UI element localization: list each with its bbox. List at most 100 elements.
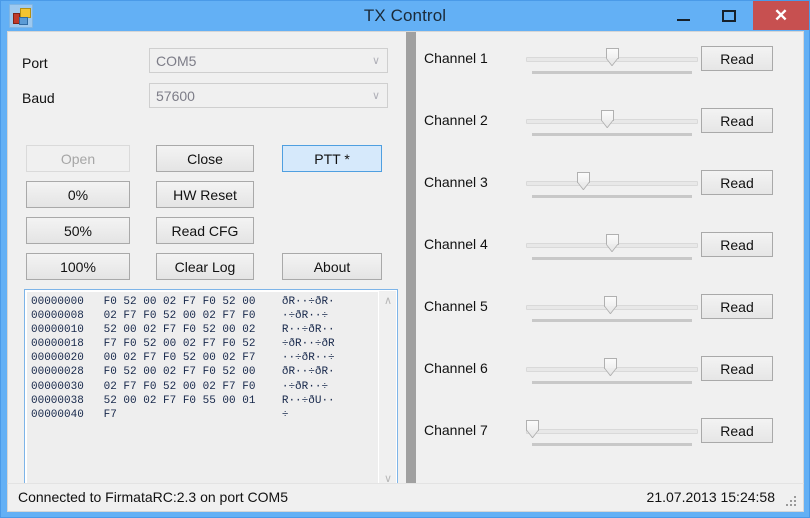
port-combobox-value: COM5 — [156, 52, 197, 69]
channel-label: Channel 2 — [424, 112, 488, 128]
slider-thumb-tip — [605, 244, 619, 252]
channel-slider[interactable] — [526, 164, 698, 208]
channel-label: Channel 7 — [424, 422, 488, 438]
close-port-button[interactable]: Close — [156, 145, 254, 172]
channel-slider[interactable] — [526, 412, 698, 456]
slider-thumb-body — [603, 296, 617, 307]
panel-splitter[interactable] — [406, 32, 416, 484]
channel-slider[interactable] — [526, 350, 698, 394]
slider-thumb[interactable] — [605, 48, 619, 66]
log-vertical-scrollbar[interactable]: ∧ ∨ — [378, 291, 396, 487]
port-label: Port — [22, 55, 48, 71]
channel-read-button[interactable]: Read — [701, 294, 773, 319]
hw-reset-button[interactable]: HW Reset — [156, 181, 254, 208]
channels-panel: Channel 1 Read Channel 2 Read Channel 3 Read C… — [416, 32, 805, 484]
ptt-button[interactable]: PTT * — [282, 145, 382, 172]
log-line: 00000028 F0 52 00 02 F7 F0 52 00 ðR··÷ðR… — [31, 366, 335, 379]
clear-log-button[interactable]: Clear Log — [156, 253, 254, 280]
slider-ticks — [532, 257, 692, 260]
slider-track[interactable] — [526, 181, 698, 186]
channel-read-button[interactable]: Read — [701, 232, 773, 257]
slider-track[interactable] — [526, 429, 698, 434]
channel-row: Channel 5 Read — [416, 288, 805, 332]
application-window: TX Control ✕ Port COM5 ∨ Baud 57600 ∨ Op… — [0, 0, 810, 518]
slider-thumb[interactable] — [603, 296, 617, 314]
slider-thumb-tip — [526, 430, 539, 438]
channel-row: Channel 2 Read — [416, 102, 805, 146]
status-timestamp: 21.07.2013 15:24:58 — [646, 489, 775, 505]
close-icon: ✕ — [773, 6, 789, 25]
close-button[interactable]: ✕ — [753, 1, 809, 30]
read-cfg-button[interactable]: Read CFG — [156, 217, 254, 244]
baud-combobox[interactable]: 57600 ∨ — [149, 83, 388, 108]
channel-row: Channel 1 Read — [416, 40, 805, 84]
minimize-button[interactable] — [661, 1, 705, 30]
baud-label: Baud — [22, 90, 55, 106]
slider-thumb[interactable] — [603, 358, 617, 376]
slider-thumb-body — [605, 234, 619, 245]
baud-combobox-value: 57600 — [156, 87, 195, 104]
slider-thumb-tip — [576, 182, 590, 190]
channel-label: Channel 5 — [424, 298, 488, 314]
port-combobox[interactable]: COM5 ∨ — [149, 48, 388, 73]
slider-thumb-tip — [600, 120, 614, 128]
channel-read-button[interactable]: Read — [701, 356, 773, 381]
channel-row: Channel 4 Read — [416, 226, 805, 270]
power-50-percent-button[interactable]: 50% — [26, 217, 130, 244]
slider-ticks — [532, 133, 692, 136]
channel-slider[interactable] — [526, 40, 698, 84]
log-line: 00000038 52 00 02 F7 F0 55 00 01 R··÷ðU·… — [31, 394, 335, 407]
channel-slider[interactable] — [526, 288, 698, 332]
log-line: 00000030 02 F7 F0 52 00 02 F7 F0 ·÷ðR··÷ — [31, 380, 329, 393]
power-100-percent-button[interactable]: 100% — [26, 253, 130, 280]
status-message: Connected to FirmataRC:2.3 on port COM5 — [18, 489, 289, 505]
channel-row: Channel 7 Read — [416, 412, 805, 456]
client-area: Port COM5 ∨ Baud 57600 ∨ Open 0% 50% 100… — [7, 31, 805, 505]
chevron-down-icon: ∨ — [371, 90, 381, 102]
slider-thumb-body — [576, 172, 590, 183]
log-line: 00000008 02 F7 F0 52 00 02 F7 F0 ·÷ðR··÷ — [31, 310, 329, 323]
slider-ticks — [532, 195, 692, 198]
slider-thumb-body — [603, 358, 617, 369]
channel-slider[interactable] — [526, 226, 698, 270]
left-panel: Port COM5 ∨ Baud 57600 ∨ Open 0% 50% 100… — [8, 32, 398, 505]
resize-grip-icon[interactable] — [786, 496, 798, 508]
channel-read-button[interactable]: Read — [701, 46, 773, 71]
slider-thumb-body — [526, 420, 539, 431]
channel-read-button[interactable]: Read — [701, 170, 773, 195]
power-0-percent-button[interactable]: 0% — [26, 181, 130, 208]
slider-thumb-tip — [603, 368, 617, 376]
channel-label: Channel 1 — [424, 50, 488, 66]
log-line: 00000010 52 00 02 F7 F0 52 00 02 R··÷ðR·… — [31, 324, 335, 337]
channel-row: Channel 6 Read — [416, 350, 805, 394]
log-line: 00000020 00 02 F7 F0 52 00 02 F7 ··÷ðR··… — [31, 352, 335, 365]
channel-row: Channel 3 Read — [416, 164, 805, 208]
chevron-down-icon: ∨ — [371, 55, 381, 67]
slider-thumb-tip — [605, 58, 619, 66]
slider-thumb-tip — [603, 306, 617, 314]
maximize-button[interactable] — [707, 1, 751, 30]
slider-thumb[interactable] — [576, 172, 590, 190]
channel-label: Channel 4 — [424, 236, 488, 252]
channel-read-button[interactable]: Read — [701, 108, 773, 133]
slider-thumb-body — [600, 110, 614, 121]
slider-thumb-body — [605, 48, 619, 59]
maximize-icon — [722, 9, 736, 22]
scroll-up-icon[interactable]: ∧ — [379, 291, 397, 309]
log-line: 00000000 F0 52 00 02 F7 F0 52 00 ðR··÷ðR… — [31, 296, 335, 308]
slider-thumb[interactable] — [605, 234, 619, 252]
log-line: 00000040 F7 ÷ — [31, 408, 289, 421]
slider-ticks — [532, 319, 692, 322]
log-textbox[interactable]: 00000000 F0 52 00 02 F7 F0 52 00 ðR··÷ðR… — [24, 289, 398, 505]
open-button[interactable]: Open — [26, 145, 130, 172]
channel-slider[interactable] — [526, 102, 698, 146]
slider-ticks — [532, 443, 692, 446]
slider-thumb[interactable] — [526, 420, 539, 438]
title-bar: TX Control ✕ — [1, 1, 809, 31]
slider-ticks — [532, 381, 692, 384]
status-bar: Connected to FirmataRC:2.3 on port COM5 … — [7, 483, 804, 512]
slider-thumb[interactable] — [600, 110, 614, 128]
about-button[interactable]: About — [282, 253, 382, 280]
minimize-icon — [676, 18, 690, 21]
channel-read-button[interactable]: Read — [701, 418, 773, 443]
